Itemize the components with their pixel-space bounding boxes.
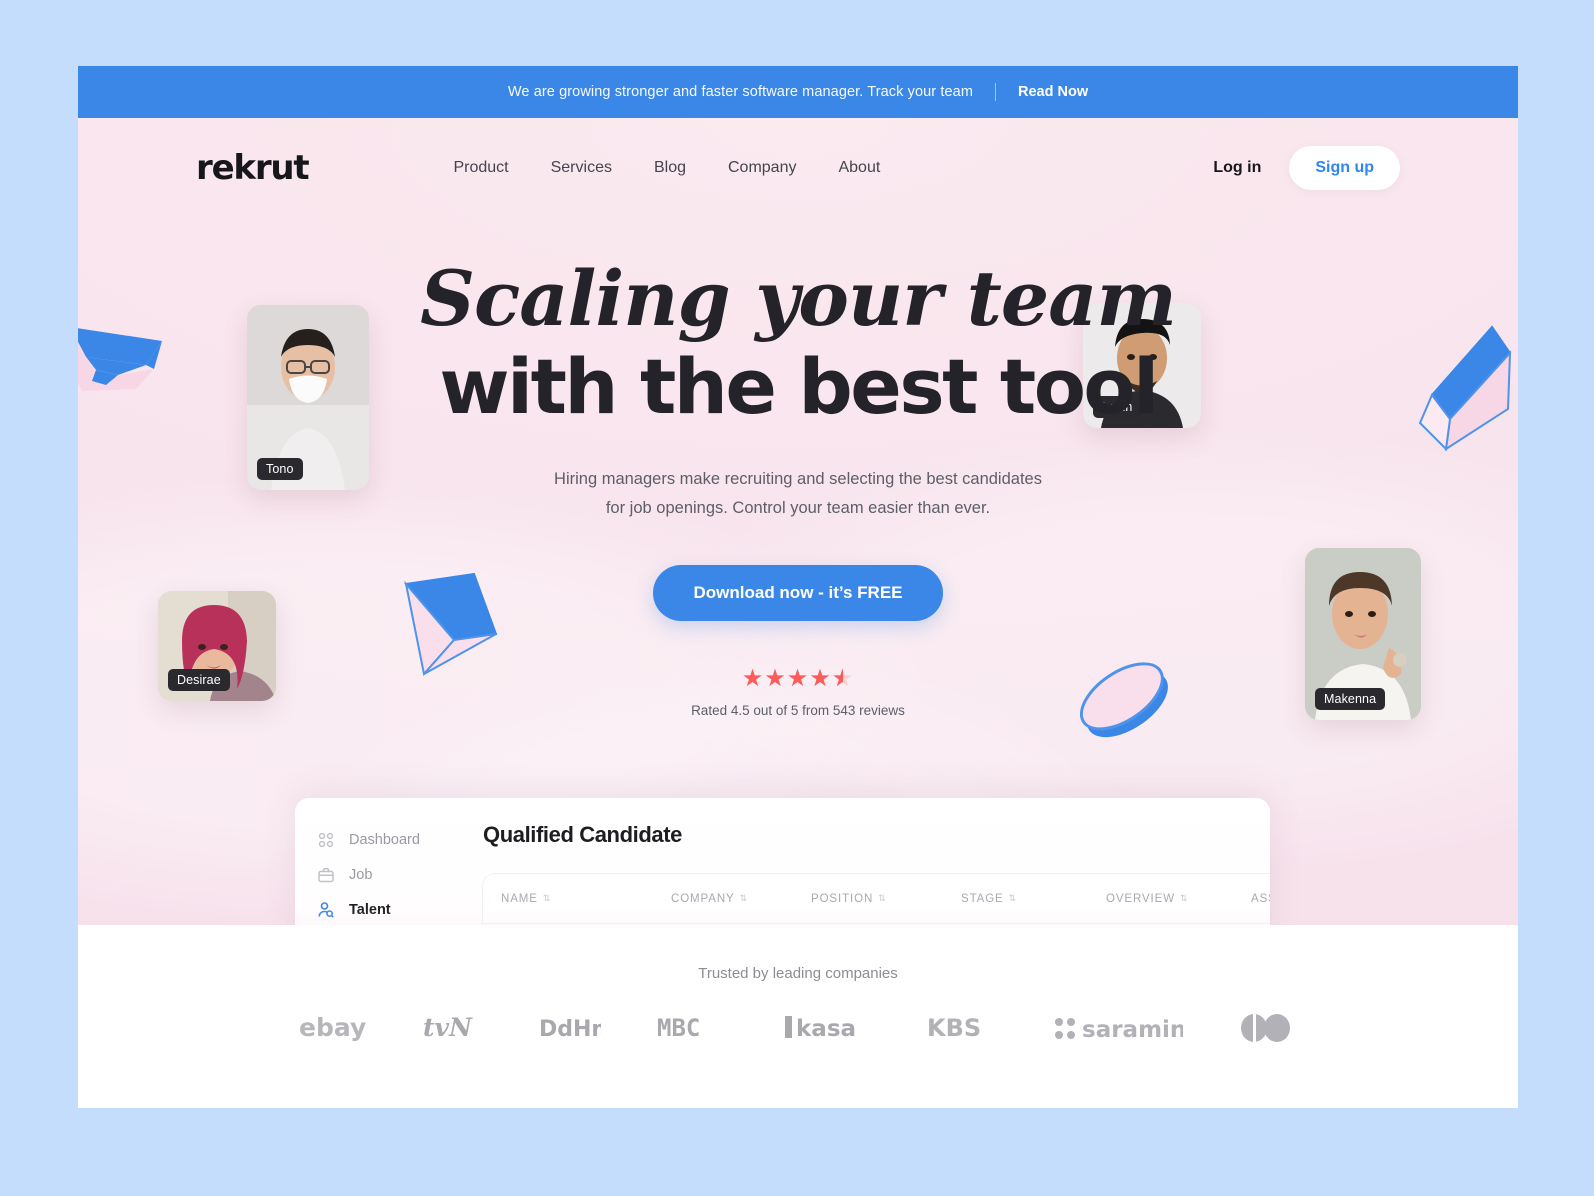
sort-icon: ⇅ — [1008, 893, 1018, 903]
table-header-row: NAME ⇅ COMPANY ⇅ POSITION ⇅ STAGE ⇅ OVERVIEW… — [483, 874, 1270, 924]
brand-logo[interactable]: rekrut — [196, 148, 310, 188]
user-search-icon — [317, 901, 335, 919]
svg-text:kasa: kasa — [796, 1016, 856, 1042]
trusted-title: Trusted by leading companies — [698, 965, 898, 982]
sort-icon: ⇅ — [739, 893, 749, 903]
nav-link-services[interactable]: Services — [551, 159, 612, 177]
hero-subtitle-line1: Hiring managers make recruiting and sele… — [554, 470, 1042, 489]
hero-section: rekrut Product Services Blog Company Abo… — [78, 118, 1518, 925]
nav-link-company[interactable]: Company — [728, 159, 796, 177]
announcement-divider — [995, 83, 996, 101]
star-rating-icon: ★★★★★ — [78, 666, 1518, 691]
signup-button[interactable]: Sign up — [1289, 146, 1400, 190]
download-now-button[interactable]: Download now - it’s FREE — [653, 564, 943, 621]
column-header-overview[interactable]: OVERVIEW ⇅ — [1106, 893, 1251, 905]
svg-text:saramin: saramin — [1082, 1017, 1183, 1043]
column-header-name[interactable]: NAME ⇅ — [501, 893, 671, 905]
candidates-table: NAME ⇅ COMPANY ⇅ POSITION ⇅ STAGE ⇅ OVERVIEW… — [483, 874, 1270, 925]
dashboard-main: Qualified Candidate NAME ⇅ COMPANY ⇅ POSIT… — [473, 798, 1270, 925]
grid-icon — [317, 831, 335, 849]
column-header-stage[interactable]: STAGE ⇅ — [961, 893, 1106, 905]
briefcase-icon — [317, 866, 335, 884]
rating-text: Rated 4.5 out of 5 from 543 reviews — [691, 702, 905, 718]
rating-block: ★★★★★ Rated 4.5 out of 5 from 543 review… — [78, 666, 1518, 718]
logo-kbs: KBS — [927, 1013, 997, 1048]
dashboard-title: Qualified Candidate — [483, 822, 682, 847]
hero-title-script: Scaling your team — [420, 254, 1177, 343]
sidebar-label: Dashboard — [349, 831, 420, 848]
announcement-bar: We are growing stronger and faster softw… — [78, 66, 1518, 118]
logo-saramin: saramin — [1053, 1012, 1186, 1049]
svg-text:tvN: tvN — [423, 1013, 473, 1042]
svg-text:KBS: KBS — [927, 1014, 981, 1042]
svg-text:DdHm: DdHm — [539, 1017, 601, 1042]
sidebar-item-talent[interactable]: Talent — [317, 892, 473, 925]
cta-wrapper: Download now - it’s FREE — [78, 564, 1518, 621]
partner-logos: ebay tvN DdHm MBC kasa — [78, 1012, 1518, 1049]
svg-text:MBC: MBC — [657, 1014, 700, 1042]
sidebar-label: Talent — [349, 901, 391, 918]
logo-tvn: tvN — [423, 1013, 483, 1048]
sidebar-item-job[interactable]: Job — [317, 857, 473, 892]
main-navigation: rekrut Product Services Blog Company Abo… — [78, 118, 1518, 218]
dashboard-sidebar: Dashboard Job Talent — [295, 798, 473, 925]
nav-links: Product Services Blog Company About — [453, 159, 880, 177]
hero-subtitle: Hiring managers make recruiting and sele… — [78, 465, 1518, 523]
hero-copy: Scaling your team with the best tool Hir… — [78, 260, 1518, 718]
nav-link-product[interactable]: Product — [453, 159, 508, 177]
sidebar-label: Job — [349, 866, 373, 883]
nav-actions: Log in Sign up — [1213, 146, 1400, 190]
login-button[interactable]: Log in — [1213, 159, 1261, 177]
read-now-link[interactable]: Read Now — [1018, 84, 1088, 100]
trusted-section: Trusted by leading companies ebay tvN Dd… — [78, 925, 1518, 1108]
dashboard-preview: Dashboard Job Talent Qualified Candidate… — [295, 798, 1270, 925]
logo-daum: DdHm — [539, 1013, 614, 1048]
sort-icon: ⇅ — [878, 893, 887, 903]
column-header-position[interactable]: POSITION ⇅ — [811, 893, 961, 905]
sort-icon: ⇅ — [1179, 893, 1189, 903]
page-root: We are growing stronger and faster softw… — [0, 0, 1594, 1196]
sort-icon: ⇅ — [542, 893, 552, 903]
hero-subtitle-line2: for job openings. Control your team easi… — [605, 499, 991, 518]
hero-title-bold: with the best tool — [439, 341, 1159, 431]
sidebar-item-dashboard[interactable]: Dashboard — [317, 822, 473, 857]
logo-kasa: kasa — [785, 1013, 871, 1048]
logo-cj — [1239, 1013, 1297, 1048]
nav-link-blog[interactable]: Blog — [654, 159, 686, 177]
nav-link-about[interactable]: About — [838, 159, 880, 177]
svg-text:ebay: ebay — [299, 1013, 366, 1042]
column-header-assesment[interactable]: ASSESMENT⇅ — [1251, 893, 1270, 905]
announcement-text: We are growing stronger and faster softw… — [507, 84, 973, 100]
logo-ebay: ebay — [299, 1013, 367, 1048]
website-frame: We are growing stronger and faster softw… — [78, 66, 1518, 1108]
column-header-company[interactable]: COMPANY ⇅ — [671, 893, 811, 905]
logo-mbc: MBC — [657, 1013, 729, 1048]
